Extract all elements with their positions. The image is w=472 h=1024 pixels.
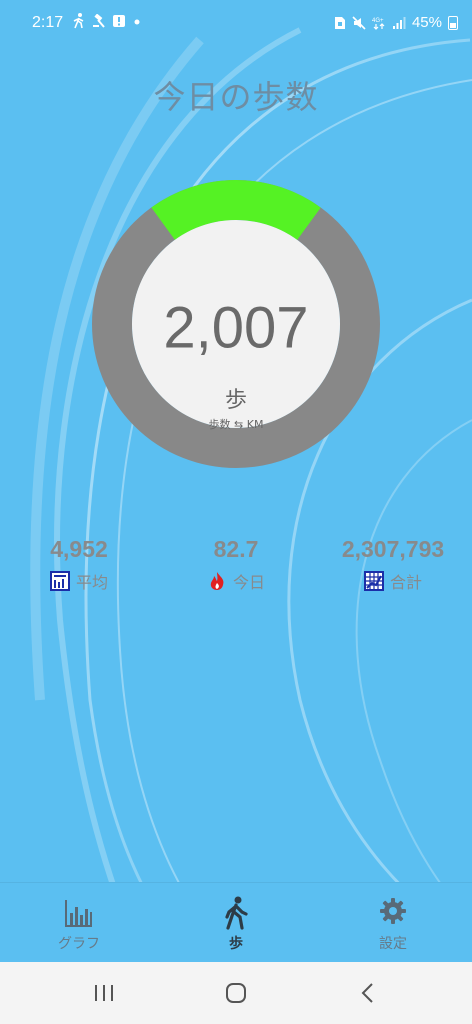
nav-settings[interactable]: 設定	[333, 883, 453, 962]
home-icon[interactable]	[216, 978, 256, 1008]
nav-steps-label: 歩	[229, 936, 243, 952]
signal-icon	[392, 16, 406, 29]
status-bar: 2:17 4G+ 45%	[0, 0, 472, 46]
mute-icon	[352, 15, 366, 30]
unit-toggle[interactable]: 歩数 ⇆ KM	[132, 416, 340, 432]
svg-text:4G+: 4G+	[372, 18, 384, 24]
bottom-nav: グラフ 歩 設定	[0, 882, 472, 962]
flame-icon	[210, 572, 224, 590]
stat-average-label: 平均	[75, 573, 108, 592]
sim-icon	[334, 16, 345, 29]
stat-total-label-row: 合計	[330, 569, 456, 593]
step-gauge[interactable]: 2,007 歩 歩数 ⇆ KM	[92, 180, 380, 468]
nav-steps[interactable]: 歩	[176, 883, 296, 962]
page-title: 今日の歩数	[153, 78, 319, 116]
stat-average-label-row: 平均	[20, 569, 138, 593]
bar-chart-icon	[65, 900, 92, 927]
nav-graph-label: グラフ	[58, 936, 100, 952]
stat-average-value: 4,952	[50, 536, 108, 562]
data-4g-icon: 4G+	[372, 18, 385, 30]
nav-graph[interactable]: グラフ	[19, 883, 139, 962]
stats-row: 4,952 平均 82.7 今日 2,307,793 合計	[0, 536, 472, 596]
total-grid-icon	[363, 571, 384, 591]
alert-icon	[113, 15, 125, 27]
status-time: 2:17	[32, 14, 64, 31]
stat-today-label-row: 今日	[176, 569, 296, 593]
dot-icon	[134, 19, 140, 25]
status-left-icons	[72, 13, 142, 29]
step-unit: 歩	[224, 388, 247, 413]
gear-icon	[380, 898, 406, 924]
battery-icon	[448, 15, 458, 30]
average-chart-icon	[49, 571, 70, 591]
system-nav-bar	[0, 962, 472, 1024]
nav-settings-label: 設定	[379, 936, 407, 952]
stat-average: 4,952 平均	[20, 536, 138, 593]
walking-icon	[73, 13, 84, 29]
gavel-icon	[93, 14, 105, 28]
back-icon[interactable]	[348, 978, 388, 1008]
status-right-icons: 4G+ 45%	[334, 14, 458, 31]
step-count: 2,007	[163, 295, 309, 361]
stat-today: 82.7 今日	[176, 536, 296, 593]
recents-icon[interactable]	[84, 978, 124, 1008]
gauge-center: 2,007 歩 歩数 ⇆ KM	[132, 220, 340, 431]
app-screen: 2:17 4G+ 45% 今日の歩数 2,007 歩 歩数 ⇆ KM 4,952…	[0, 0, 472, 962]
stat-today-label: 今日	[232, 573, 265, 592]
background-swirl	[30, 27, 472, 962]
stat-total-value: 2,307,793	[341, 536, 445, 562]
stat-total: 2,307,793 合計	[330, 536, 456, 593]
walking-icon	[225, 896, 248, 930]
stat-total-label: 合計	[389, 573, 422, 592]
stat-today-value: 82.7	[213, 536, 259, 562]
battery-percent: 45%	[411, 14, 442, 31]
